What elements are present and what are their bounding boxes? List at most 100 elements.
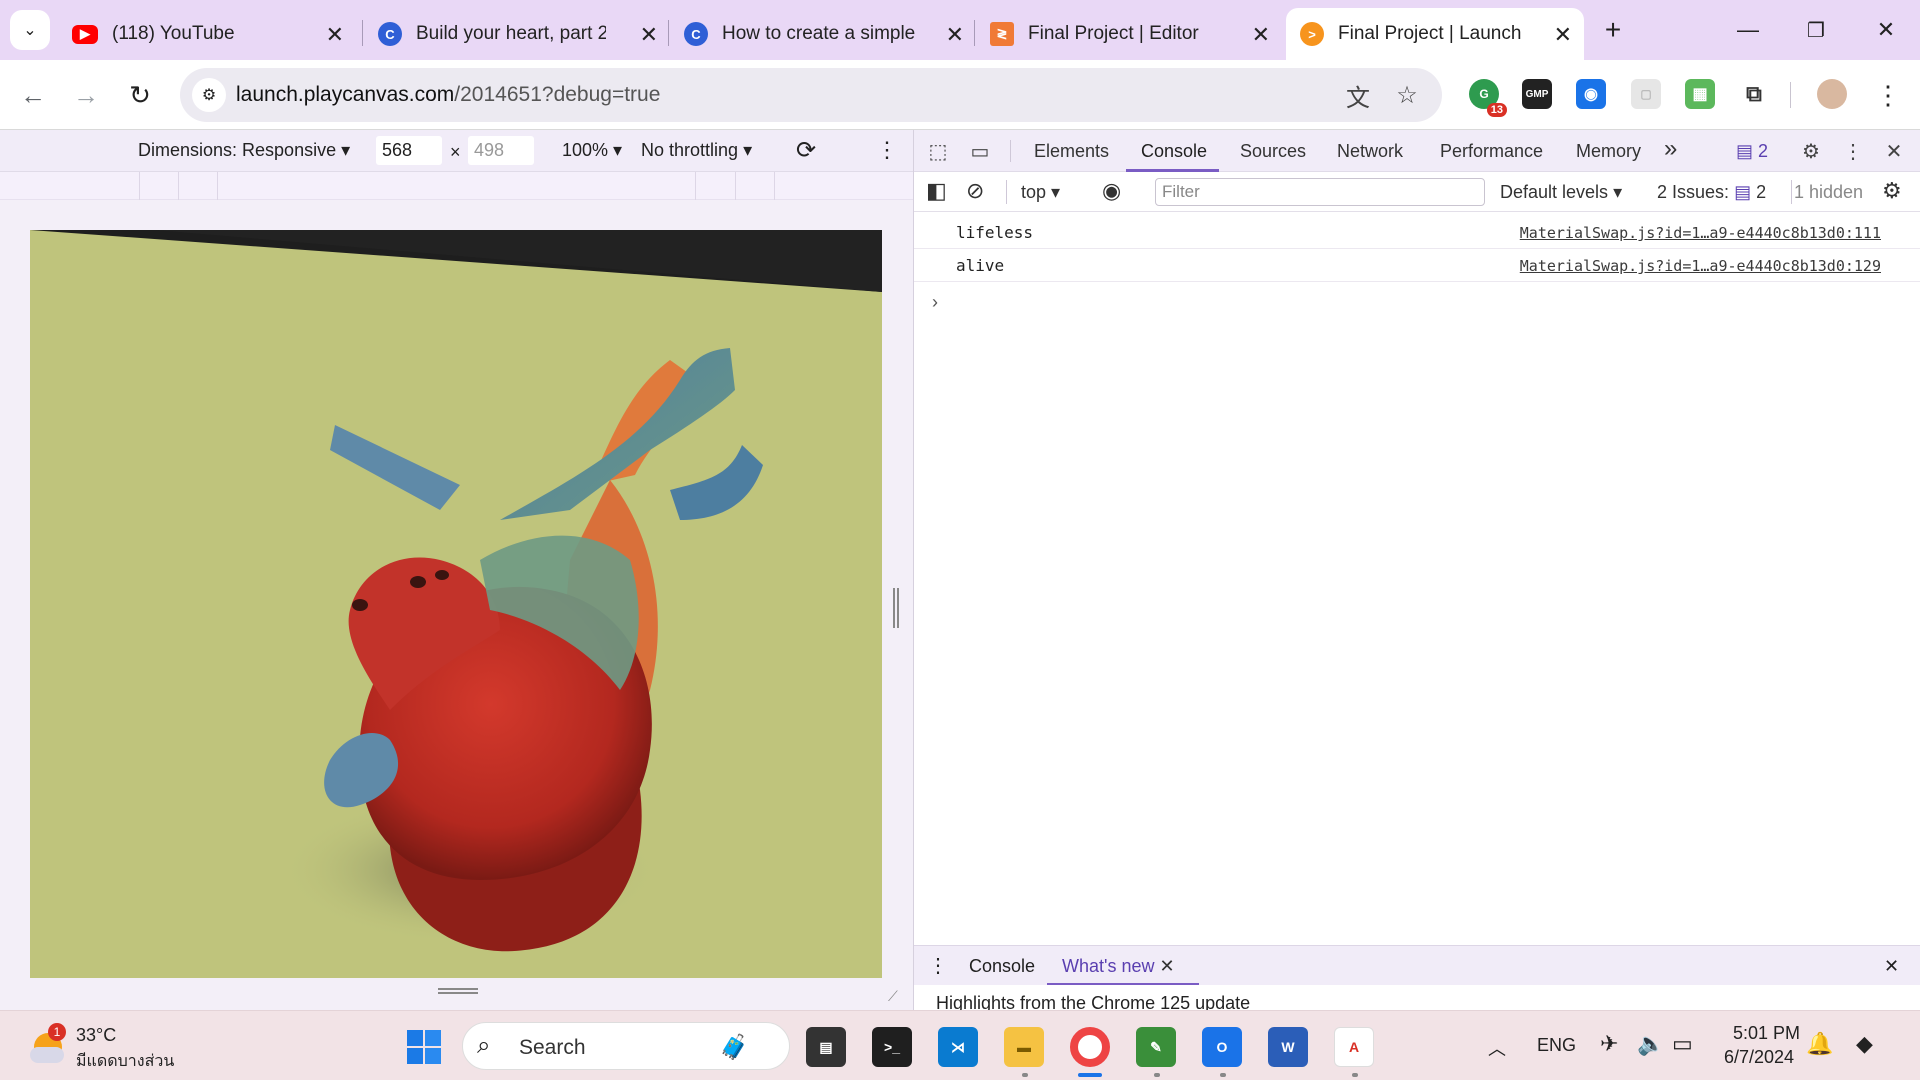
address-bar[interactable]: ⚙ launch.playcanvas.com/2014651?debug=tr…	[180, 68, 1442, 122]
zoom-select[interactable]: 100% ▾	[562, 140, 622, 161]
whats-new-content: Highlights from the Chrome 125 update	[914, 985, 1920, 1010]
back-arrow-icon[interactable]: ←	[15, 77, 51, 113]
copilot-icon[interactable]: ◆	[1856, 1031, 1873, 1057]
url-text[interactable]: launch.playcanvas.com/2014651?debug=true	[236, 83, 660, 107]
devtools-more-icon[interactable]: ⋮	[1839, 138, 1867, 164]
tray-overflow-chevron-icon[interactable]: ︿	[1488, 1035, 1506, 1061]
close-window-icon[interactable]: ✕	[1866, 12, 1906, 48]
outlook-new-icon[interactable]: O	[1202, 1027, 1242, 1067]
site-settings-icon[interactable]: ⚙	[192, 78, 226, 112]
clear-console-icon[interactable]: ⊘	[966, 178, 984, 204]
tab-build-your-heart[interactable]: C Build your heart, part 2 | C ✕	[364, 8, 670, 60]
browser-menu-icon[interactable]: ⋮	[1870, 77, 1906, 113]
rotate-icon[interactable]: ⟳	[796, 136, 816, 165]
camera-extension-icon[interactable]: ◉	[1576, 79, 1606, 109]
extensions-puzzle-icon[interactable]: ⧉	[1739, 79, 1769, 109]
close-drawer-tab-icon[interactable]: ✕	[1160, 956, 1175, 976]
width-input[interactable]: 568	[376, 136, 442, 165]
tab-elements[interactable]: Elements	[1034, 141, 1109, 162]
tab-performance[interactable]: Performance	[1440, 141, 1543, 162]
sidebar-toggle-icon[interactable]: ◧	[926, 178, 947, 204]
viewport-resize-corner-icon[interactable]: ⟋	[888, 988, 906, 1006]
weather-widget-icon[interactable]: 1	[28, 1023, 68, 1067]
tab-search-chevron-icon[interactable]: ⌄	[10, 10, 50, 50]
console-filter-input[interactable]: Filter	[1155, 178, 1485, 206]
restore-icon[interactable]: ❐	[1796, 12, 1836, 48]
close-tab-icon[interactable]: ✕	[326, 22, 344, 48]
height-input[interactable]: 498	[468, 136, 534, 165]
drawer-tab-console[interactable]: Console	[969, 956, 1035, 977]
playcanvas-game-canvas[interactable]	[30, 230, 882, 978]
close-tab-icon[interactable]: ✕	[640, 22, 658, 48]
close-tab-icon[interactable]: ✕	[1252, 22, 1270, 48]
clock-date[interactable]: 6/7/2024	[1724, 1047, 1794, 1068]
console-settings-gear-icon[interactable]: ⚙	[1882, 178, 1902, 204]
tab-console[interactable]: Console	[1141, 141, 1207, 162]
devtools-close-icon[interactable]: ✕	[1880, 138, 1908, 164]
more-tabs-icon[interactable]: »	[1664, 135, 1677, 163]
tab-final-project-editor[interactable]: ≷ Final Project | Editor ✕	[976, 8, 1282, 60]
input-language[interactable]: ENG	[1537, 1035, 1576, 1056]
context-select[interactable]: top ▾	[1021, 182, 1060, 203]
notification-bell-icon[interactable]: 🔔	[1806, 1031, 1833, 1057]
console-message-source-link[interactable]: MaterialSwap.js?id=1…a9-e4440c8b13d0:111	[1520, 224, 1881, 242]
file-explorer-icon[interactable]: ▬	[1004, 1027, 1044, 1067]
network-icon[interactable]: ✈	[1600, 1031, 1618, 1057]
devtools-settings-gear-icon[interactable]: ⚙	[1797, 138, 1825, 164]
bookmark-star-icon[interactable]: ☆	[1392, 80, 1422, 110]
tab-sources[interactable]: Sources	[1240, 141, 1306, 162]
inspect-element-icon[interactable]: ⬚	[924, 138, 952, 164]
forward-arrow-icon[interactable]: →	[68, 77, 104, 113]
console-issues-link[interactable]: 2 Issues: ▤ 2	[1657, 182, 1766, 203]
viewport-resize-handle-bottom[interactable]	[438, 988, 478, 994]
terminal-icon[interactable]: >_	[872, 1027, 912, 1067]
windows-start-icon[interactable]	[404, 1027, 444, 1067]
grammar-extension-icon[interactable]: G 13	[1469, 79, 1507, 117]
drawer-menu-icon[interactable]: ⋮	[928, 953, 948, 978]
gmp-extension-icon[interactable]: GMP	[1522, 79, 1552, 109]
throttling-select[interactable]: No throttling ▾	[641, 140, 752, 161]
tab-final-project-launch[interactable]: > Final Project | Launch ✕	[1286, 8, 1584, 60]
profile-avatar[interactable]	[1817, 79, 1847, 109]
tab-memory[interactable]: Memory	[1576, 141, 1641, 162]
tab-youtube[interactable]: ▶ (118) YouTube ✕	[58, 8, 356, 60]
device-more-icon[interactable]: ⋮	[876, 137, 898, 163]
reload-icon[interactable]: ↻	[122, 77, 158, 113]
dimensions-select[interactable]: Dimensions: Responsive ▾	[138, 140, 350, 161]
new-tab-plus-icon[interactable]: +	[1593, 12, 1633, 48]
chrome-icon[interactable]	[1070, 1027, 1110, 1067]
close-tab-icon[interactable]: ✕	[1554, 22, 1572, 48]
console-prompt-chevron-icon[interactable]: ›	[932, 292, 938, 313]
close-drawer-icon[interactable]: ✕	[1884, 956, 1899, 977]
notepad-frog-icon[interactable]: ✎	[1136, 1027, 1176, 1067]
acrobat-icon[interactable]: A	[1334, 1027, 1374, 1067]
log-levels-select[interactable]: Default levels ▾	[1500, 182, 1622, 203]
issues-counter[interactable]: ▤ 2	[1736, 141, 1768, 162]
live-expression-eye-icon[interactable]: ◉	[1102, 178, 1121, 204]
volume-icon[interactable]: 🔈	[1637, 1031, 1664, 1057]
clock-time[interactable]: 5:01 PM	[1733, 1023, 1800, 1044]
tab-how-to-create[interactable]: C How to create a simple ap ✕	[670, 8, 976, 60]
media-query-ruler	[0, 172, 913, 200]
taskbar-search-box[interactable]: ⌕ Search 🧳	[462, 1022, 790, 1070]
sheets-extension-icon[interactable]: ▦	[1685, 79, 1715, 109]
devtools-tab-bar: ⬚ ▭ Elements Console Sources Network Per…	[914, 130, 1920, 172]
viewport-resize-handle-right[interactable]	[893, 588, 899, 628]
word-icon[interactable]: W	[1268, 1027, 1308, 1067]
weather-temperature[interactable]: 33°C	[76, 1025, 116, 1046]
minimize-icon[interactable]: —	[1728, 12, 1768, 48]
extension-icon[interactable]: ▢	[1631, 79, 1661, 109]
divider	[1010, 140, 1011, 162]
tab-title: Final Project | Launch	[1338, 23, 1522, 44]
device-toggle-icon[interactable]: ▭	[966, 138, 994, 164]
weather-description[interactable]: มีแดดบางส่วน	[76, 1049, 174, 1074]
drawer-tab-whats-new[interactable]: What's new ✕	[1062, 956, 1175, 977]
task-view-icon[interactable]: ▤	[806, 1027, 846, 1067]
vscode-icon[interactable]: ⋊	[938, 1027, 978, 1067]
tab-network[interactable]: Network	[1337, 141, 1403, 162]
console-message-source-link[interactable]: MaterialSwap.js?id=1…a9-e4440c8b13d0:129	[1520, 257, 1881, 275]
playcanvas-launch-icon: >	[1300, 22, 1324, 46]
translate-icon[interactable]: 文	[1343, 80, 1373, 112]
close-tab-icon[interactable]: ✕	[946, 22, 964, 48]
battery-icon[interactable]: ▭	[1672, 1031, 1693, 1057]
